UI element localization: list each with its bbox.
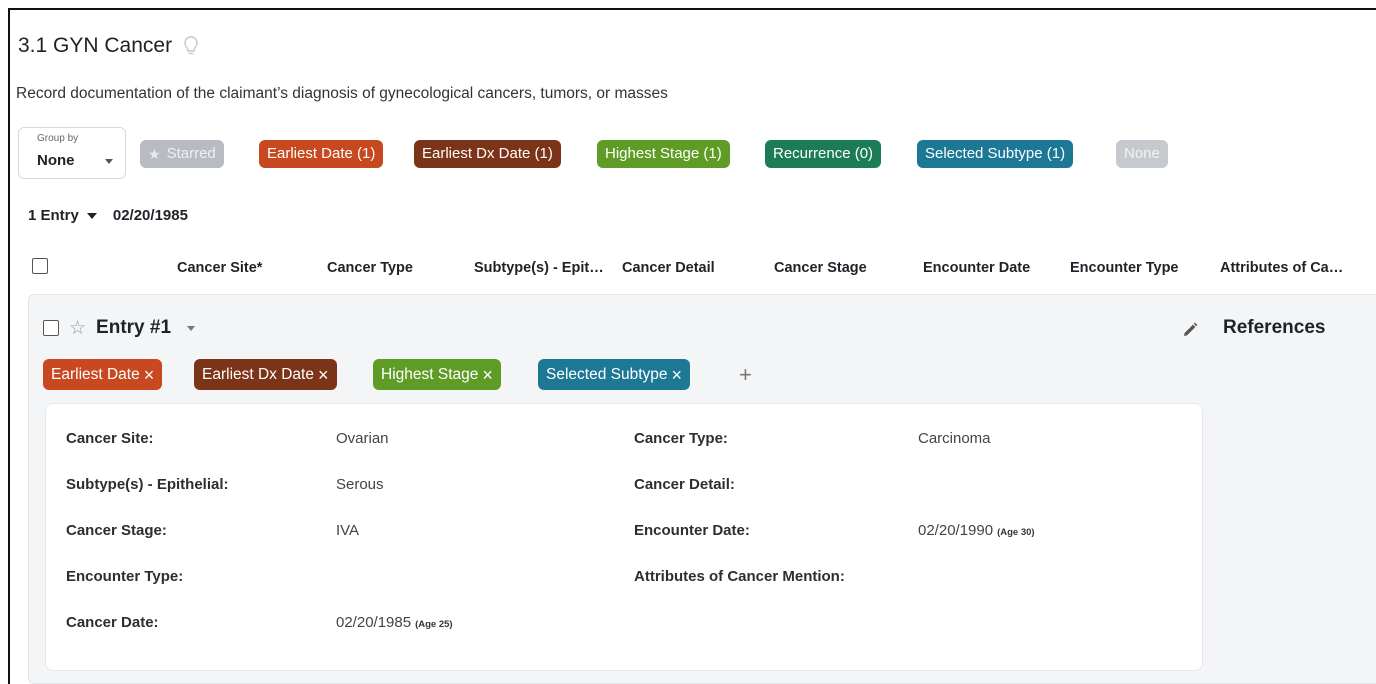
field-label-cancer-date: Cancer Date: <box>66 614 159 631</box>
add-tag-button[interactable]: + <box>739 362 752 388</box>
chevron-down-icon <box>105 159 113 164</box>
filter-chip-label: None <box>1124 145 1160 162</box>
cancer-date-value: 02/20/1985 <box>336 614 412 631</box>
column-header-subtype[interactable]: Subtype(s) - Epit… <box>474 260 604 276</box>
filter-chip-recurrence[interactable]: Recurrence (0) <box>765 140 882 168</box>
encounter-date-age: (Age 30) <box>997 527 1035 538</box>
group-by-label: Group by <box>37 133 79 144</box>
filter-chip-highest-stage[interactable]: Highest Stage (1) <box>597 140 730 168</box>
field-value-subtype: Serous <box>336 476 384 493</box>
filter-chip-label: Starred <box>166 145 216 162</box>
entries-date: 02/20/1985 <box>112 207 188 224</box>
filter-chip-label: Recurrence (0) <box>773 145 874 162</box>
remove-tag-icon[interactable]: × <box>318 366 329 384</box>
column-header-encounter-type[interactable]: Encounter Type <box>1070 260 1179 276</box>
entry-title: Entry #1 <box>96 317 172 338</box>
field-label-encounter-date: Encounter Date: <box>634 522 750 539</box>
filter-chip-label: Earliest Date (1) <box>267 145 376 162</box>
lightbulb-icon[interactable] <box>182 35 200 57</box>
column-header-cancer-type[interactable]: Cancer Type <box>327 260 413 276</box>
entry-count-dropdown[interactable]: 1 Entry <box>28 207 97 224</box>
filter-chip-none[interactable]: None <box>1116 140 1168 168</box>
remove-tag-icon[interactable]: × <box>672 366 683 384</box>
tag-label: Earliest Date <box>51 366 140 383</box>
entry-count-label: 1 Entry <box>28 207 79 224</box>
entry-checkbox[interactable] <box>43 320 59 336</box>
filter-chip-starred[interactable]: ★ Starred <box>140 140 224 168</box>
field-value-cancer-type: Carcinoma <box>918 430 991 447</box>
field-label-cancer-type: Cancer Type: <box>634 430 728 447</box>
star-icon: ★ <box>148 146 161 162</box>
entries-bar: 1 Entry 02/20/1985 <box>28 207 188 224</box>
tag-selected-subtype[interactable]: Selected Subtype × <box>538 359 691 390</box>
field-value-cancer-stage: IVA <box>336 522 360 539</box>
column-header-cancer-detail[interactable]: Cancer Detail <box>622 260 715 276</box>
field-label-cancer-site: Cancer Site: <box>66 430 154 447</box>
references-heading: References <box>1223 317 1326 338</box>
pencil-icon[interactable] <box>1181 321 1199 339</box>
field-label-cancer-stage: Cancer Stage: <box>66 522 167 539</box>
tag-highest-stage[interactable]: Highest Stage × <box>373 359 501 390</box>
title-row: 3.1 GYN Cancer <box>18 34 200 58</box>
caret-down-icon <box>86 212 97 219</box>
entry-header: ☆ Entry #1 <box>43 317 196 339</box>
entry-card: ☆ Entry #1 References Earliest Date × Ea… <box>28 294 1376 684</box>
filter-chip-label: Earliest Dx Date (1) <box>422 145 553 162</box>
filter-chip-label: Selected Subtype (1) <box>925 145 1066 162</box>
app-frame: 3.1 GYN Cancer Record documentation of t… <box>8 8 1376 684</box>
filter-chip-earliest-date[interactable]: Earliest Date (1) <box>259 140 384 168</box>
select-all-checkbox[interactable] <box>32 258 48 274</box>
tag-label: Highest Stage <box>381 366 479 383</box>
remove-tag-icon[interactable]: × <box>482 366 493 384</box>
chevron-down-icon[interactable] <box>187 325 196 331</box>
field-label-cancer-detail: Cancer Detail: <box>634 476 735 493</box>
tag-earliest-date[interactable]: Earliest Date × <box>43 359 163 390</box>
column-header-cancer-stage[interactable]: Cancer Stage <box>774 260 867 276</box>
column-header-encounter-date[interactable]: Encounter Date <box>923 260 1030 276</box>
remove-tag-icon[interactable]: × <box>144 366 155 384</box>
star-outline-icon[interactable]: ☆ <box>69 319 86 338</box>
filter-chip-label: Highest Stage (1) <box>605 145 722 162</box>
field-value-cancer-date: 02/20/1985 (Age 25) <box>336 614 453 631</box>
entry-details: Cancer Site: Ovarian Cancer Type: Carcin… <box>45 403 1203 671</box>
tag-label: Earliest Dx Date <box>202 366 314 383</box>
group-by-select[interactable]: Group by None <box>18 127 126 179</box>
field-label-encounter-type: Encounter Type: <box>66 568 184 585</box>
page-description: Record documentation of the claimant’s d… <box>16 85 668 102</box>
filter-chip-selected-subtype[interactable]: Selected Subtype (1) <box>917 140 1074 168</box>
field-value-encounter-date: 02/20/1990 (Age 30) <box>918 522 1035 539</box>
field-value-cancer-site: Ovarian <box>336 430 389 447</box>
cancer-date-age: (Age 25) <box>415 619 453 630</box>
column-header-attributes[interactable]: Attributes of Ca… <box>1220 260 1343 276</box>
tag-label: Selected Subtype <box>546 366 668 383</box>
page-title: 3.1 GYN Cancer <box>18 34 173 57</box>
encounter-date-value: 02/20/1990 <box>918 522 994 539</box>
group-by-value: None <box>37 152 75 169</box>
field-label-attributes: Attributes of Cancer Mention: <box>634 568 845 585</box>
tag-earliest-dx-date[interactable]: Earliest Dx Date × <box>194 359 337 390</box>
filter-chip-earliest-dx-date[interactable]: Earliest Dx Date (1) <box>414 140 561 168</box>
field-label-subtype: Subtype(s) - Epithelial: <box>66 476 229 493</box>
column-header-cancer-site[interactable]: Cancer Site* <box>177 260 262 276</box>
